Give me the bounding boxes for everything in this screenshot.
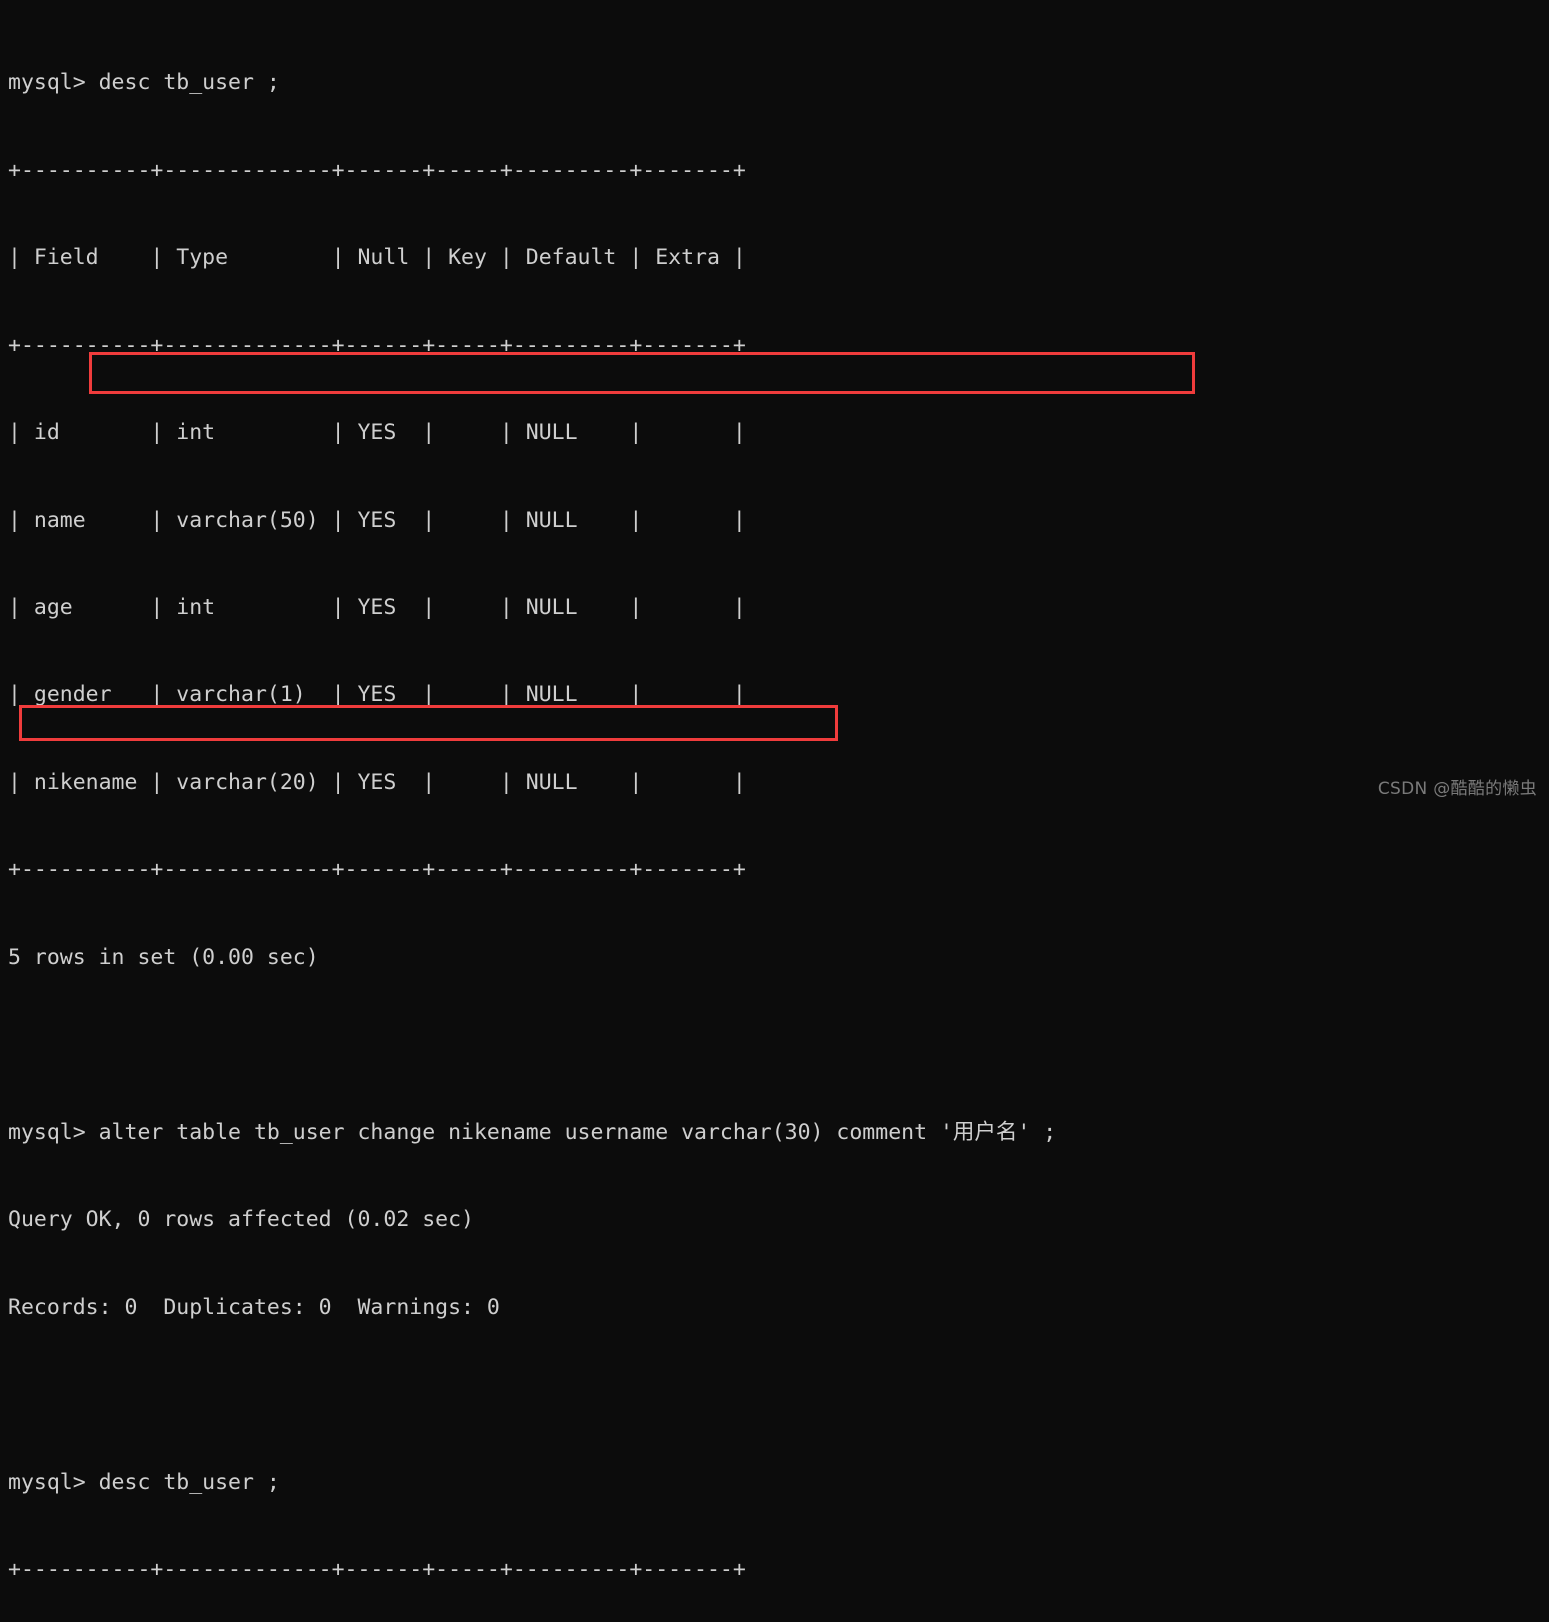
terminal-line-blank-2 [8,1380,1056,1409]
terminal-line-table1-row-id: | id | int | YES | | NULL | | [8,420,746,446]
terminal-line-table1-header: | Field | Type | Null | Key | Default | … [8,245,746,271]
terminal-line-table1-row-age: | age | int | YES | | NULL | | [8,595,746,621]
terminal-line-alter-statement: mysql> alter table tb_user change nikena… [8,1119,1057,1145]
terminal-line-table1-row-name: | name | varchar(50) | YES | | NULL | | [8,507,746,533]
terminal-line-query-ok: Query OK, 0 rows affected (0.02 sec) [8,1207,474,1233]
terminal-line-table1-top-rule: +----------+-------------+------+-----+-… [8,157,746,183]
terminal-line-table1-bottom-rule: +----------+-------------+------+-----+-… [8,857,746,883]
terminal-line-table1-mid-rule: +----------+-------------+------+-----+-… [8,332,746,358]
terminal-line-blank-1 [8,1030,1056,1059]
terminal-line-rows-in-set-1: 5 rows in set (0.00 sec) [8,944,319,970]
csdn-watermark: CSDN @酷酷的懒虫 [1377,779,1537,799]
terminal-line-table1-row-gender: | gender | varchar(1) | YES | | NULL | | [8,682,746,708]
terminal-line-table1-row-nikename: | nikename | varchar(20) | YES | | NULL … [8,769,746,795]
terminal-line-table2-top-rule: +----------+-------------+------+-----+-… [8,1557,746,1583]
terminal-line-prompt-desc-2: mysql> desc tb_user ; [8,1469,280,1495]
terminal-line-records: Records: 0 Duplicates: 0 Warnings: 0 [8,1294,500,1320]
terminal-window: mysql> desc tb_user ; +----------+------… [0,0,1549,1582]
terminal-output[interactable]: mysql> desc tb_user ; +----------+------… [8,10,1056,1622]
terminal-line-prompt-desc-1: mysql> desc tb_user ; [8,70,280,96]
